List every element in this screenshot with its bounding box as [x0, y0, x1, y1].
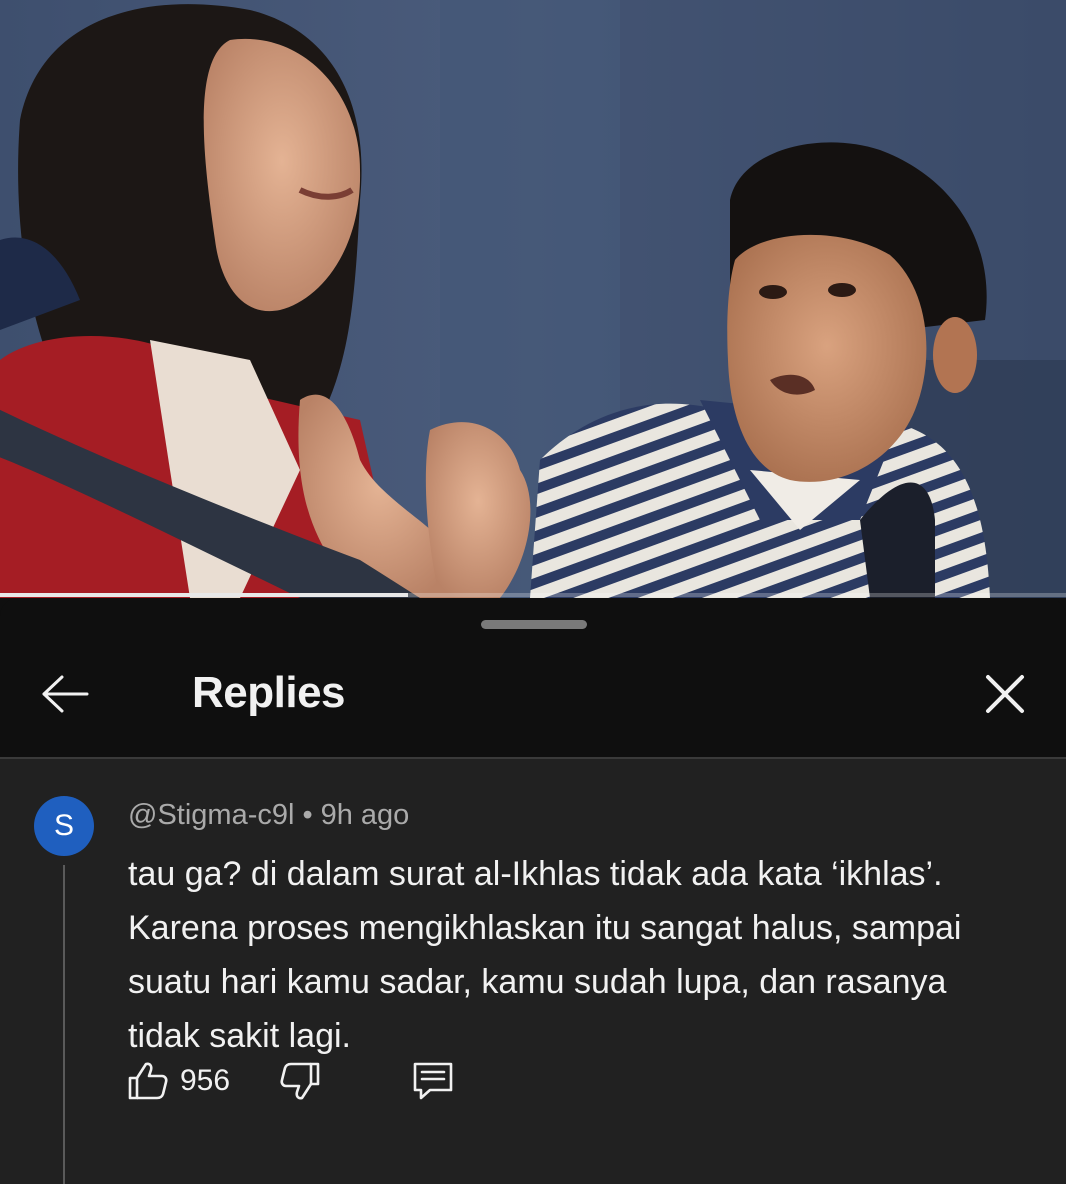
video-frame-image — [0, 0, 1066, 598]
reply-thread-line — [63, 865, 65, 1184]
reply-comment-icon — [413, 1062, 453, 1100]
comment-actions: 956 — [126, 1051, 546, 1111]
youtube-shorts-screen: Replies S @Stigma-c9l • 9h ago tau ga? di … — [0, 0, 1066, 1184]
replies-sheet: Replies S @Stigma-c9l • 9h ago tau ga? di … — [0, 598, 1066, 1184]
back-button[interactable] — [30, 666, 100, 722]
close-icon — [986, 675, 1024, 713]
parent-comment: S @Stigma-c9l • 9h ago tau ga? di dalam su… — [0, 759, 1066, 1184]
video-progress-bar[interactable] — [0, 593, 1066, 597]
reply-button[interactable] — [406, 1051, 460, 1111]
avatar[interactable]: S — [34, 796, 94, 856]
video-player[interactable] — [0, 0, 1066, 598]
comment-time: 9h ago — [320, 799, 410, 831]
like-count: 956 — [180, 1064, 231, 1097]
video-progress-fill — [0, 593, 409, 597]
thumbs-down-icon — [280, 1062, 320, 1100]
meta-separator: • — [302, 799, 313, 831]
comment-author[interactable]: @Stigma-c9l — [128, 799, 294, 831]
thumbs-up-icon — [128, 1062, 168, 1100]
comment-body: tau ga? di dalam surat al-Ikhlas tidak a… — [128, 855, 962, 1055]
sheet-drag-handle[interactable] — [481, 620, 587, 629]
avatar-letter: S — [53, 809, 74, 842]
arrow-left-icon — [42, 675, 89, 713]
like-button[interactable]: 956 — [126, 1051, 230, 1111]
close-button[interactable] — [972, 666, 1038, 722]
comment-meta: @Stigma-c9l • 9h ago — [128, 799, 409, 832]
sheet-title: Replies — [192, 668, 346, 717]
dislike-button[interactable] — [274, 1051, 326, 1111]
sheet-header: Replies — [0, 648, 1066, 758]
